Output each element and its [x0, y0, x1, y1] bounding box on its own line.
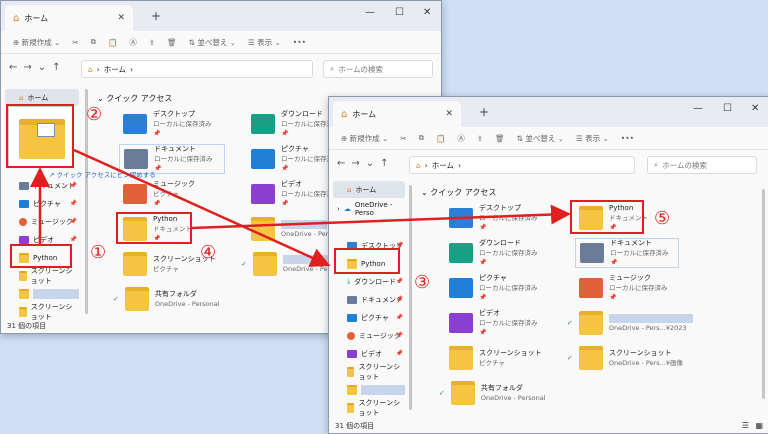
arrow-ghost-to-front-sidebar [73, 148, 331, 267]
annotation-arrows [30, 148, 571, 267]
arrow-qa-to-front-qa [191, 204, 571, 230]
